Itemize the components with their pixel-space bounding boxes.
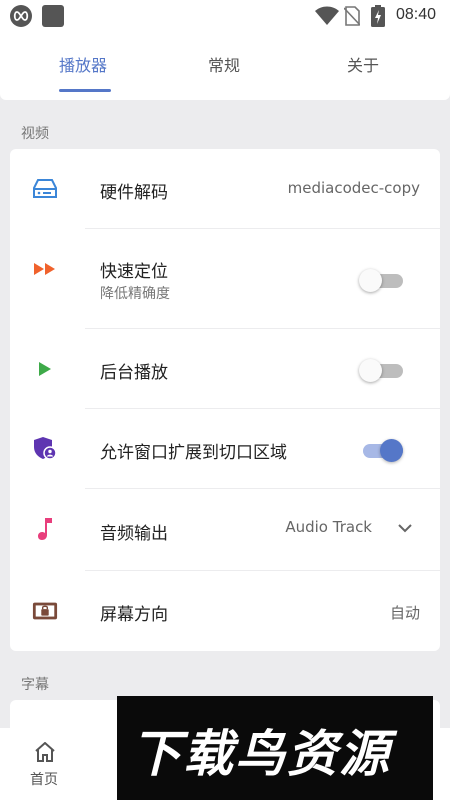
- music-note-icon: [32, 516, 58, 542]
- toggle-knob: [380, 439, 403, 462]
- watermark-banner: 下载鸟资源: [117, 696, 433, 800]
- setting-title: 硬件解码: [100, 183, 168, 203]
- nav-home-label[interactable]: 首页: [30, 769, 58, 789]
- status-bar: 08:40: [0, 0, 450, 30]
- setting-title: 屏幕方向: [100, 605, 168, 625]
- tab-bar: 播放器 常规 关于: [0, 30, 450, 100]
- setting-title: 后台播放: [100, 363, 168, 383]
- screen-lock-icon: [32, 598, 58, 624]
- fast-seek-toggle[interactable]: [359, 269, 403, 292]
- tab-general[interactable]: 常规: [208, 52, 240, 76]
- tab-about[interactable]: 关于: [347, 52, 379, 76]
- home-icon[interactable]: [34, 742, 56, 762]
- setting-title: 快速定位: [100, 262, 168, 282]
- setting-title: 音频输出: [100, 524, 168, 544]
- no-sim-icon: [344, 6, 360, 26]
- watermark-text: 下载鸟资源: [131, 725, 391, 783]
- section-label-video: 视频: [21, 126, 49, 142]
- fast-forward-icon: [32, 256, 58, 282]
- shield-user-icon: [32, 435, 58, 461]
- hardware-decode-icon: [32, 176, 58, 202]
- display-cutout-toggle[interactable]: [359, 439, 403, 462]
- chevron-down-icon[interactable]: [397, 523, 413, 533]
- infinity-icon: [10, 5, 32, 27]
- setting-row-audio-output[interactable]: 音频输出 Audio Track: [10, 489, 440, 571]
- toggle-knob: [359, 359, 382, 382]
- setting-row-hardware-decode[interactable]: 硬件解码 mediacodec-copy: [10, 149, 440, 229]
- setting-subtitle: 降低精确度: [100, 286, 170, 302]
- tab-player[interactable]: 播放器: [59, 52, 107, 76]
- setting-value: Audio Track: [285, 518, 372, 536]
- toggle-knob: [359, 269, 382, 292]
- play-icon: [32, 356, 58, 382]
- setting-row-display-cutout[interactable]: 允许窗口扩展到切口区域: [10, 409, 440, 489]
- square-icon: [42, 5, 64, 27]
- setting-title: 允许窗口扩展到切口区域: [100, 443, 287, 463]
- setting-value: 自动: [389, 604, 420, 622]
- clock-time: 08:40: [396, 6, 437, 23]
- battery-charging-icon: [371, 5, 385, 27]
- setting-value: mediacodec-copy: [287, 179, 420, 197]
- setting-row-fast-seek[interactable]: 快速定位 降低精确度: [10, 229, 440, 329]
- section-label-subtitles: 字幕: [21, 677, 49, 693]
- setting-row-background-play[interactable]: 后台播放: [10, 329, 440, 409]
- tab-active-indicator: [59, 89, 111, 92]
- background-play-toggle[interactable]: [359, 359, 403, 382]
- setting-row-screen-orientation[interactable]: 屏幕方向 自动: [10, 571, 440, 651]
- wifi-icon: [315, 6, 339, 25]
- video-settings-card: 硬件解码 mediacodec-copy 快速定位 降低精确度 后台播放 允许窗…: [10, 149, 440, 651]
